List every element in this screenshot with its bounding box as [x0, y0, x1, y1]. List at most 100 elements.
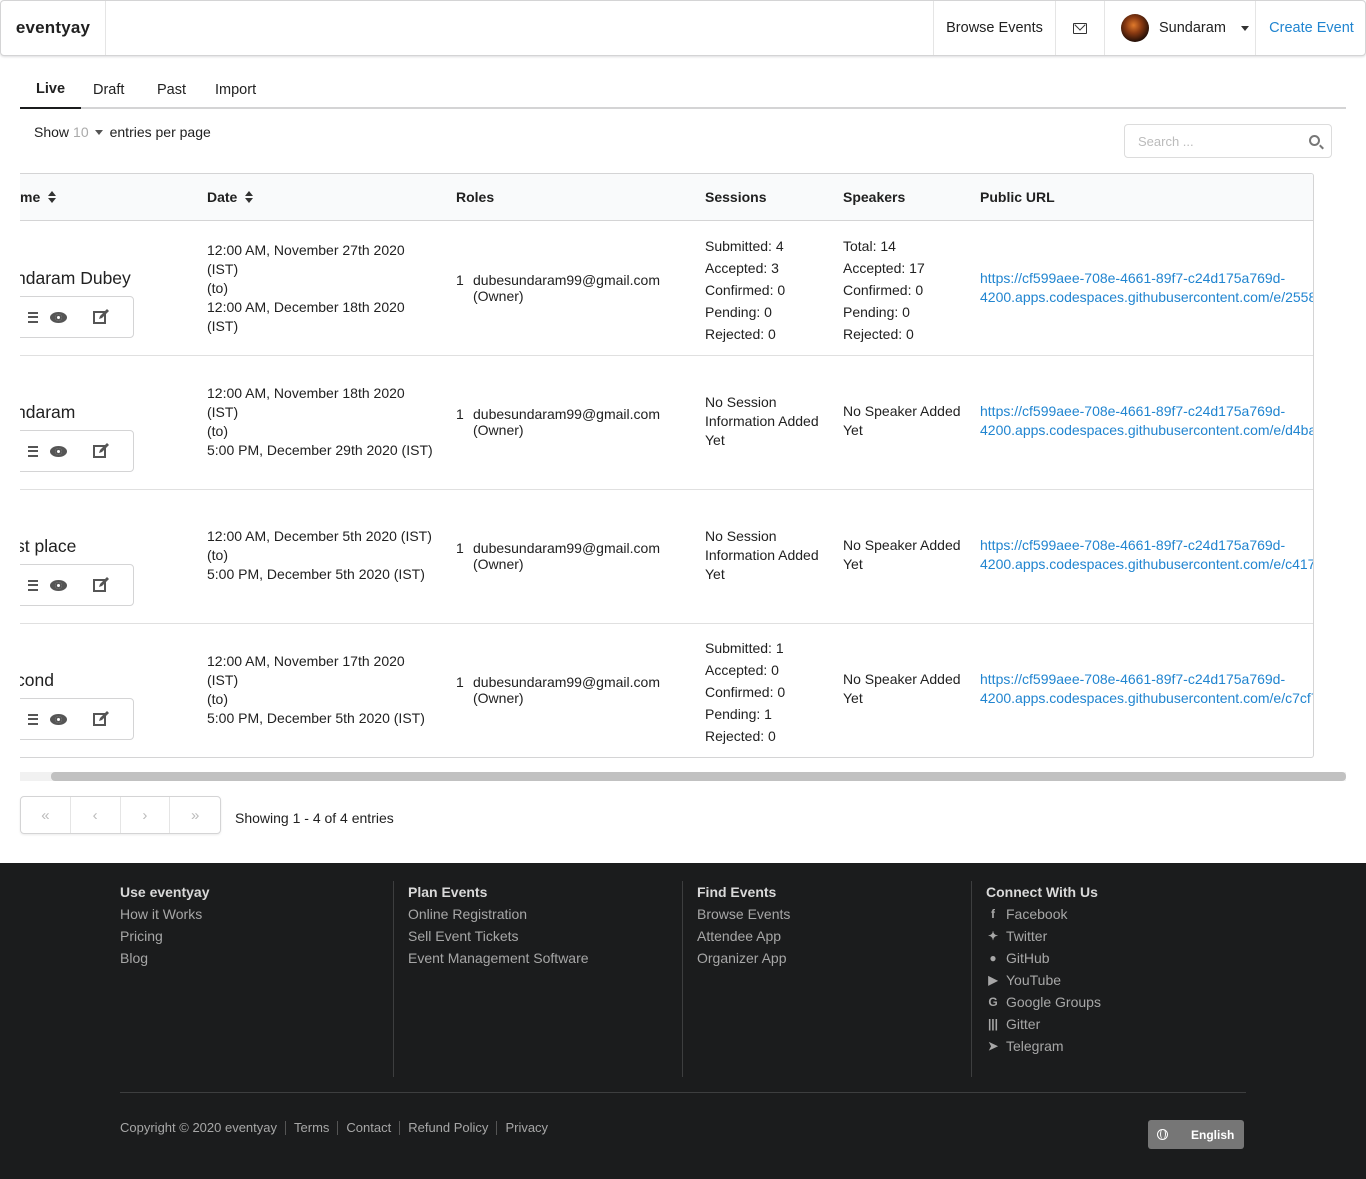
footer-link-telegram[interactable]: ➤ Telegram: [986, 1035, 1246, 1057]
privacy-link[interactable]: Privacy: [496, 1121, 556, 1135]
sessions-info: Submitted: 4 Accepted: 3 Confirmed: 0 Pendi…: [705, 238, 786, 342]
role-number: 1: [456, 540, 464, 556]
scrollbar-thumb[interactable]: [51, 772, 1346, 781]
header-date[interactable]: Date: [207, 174, 254, 220]
next-page-button[interactable]: ›: [121, 797, 171, 833]
speakers-info: No Speaker Added Yet: [843, 671, 961, 706]
event-tabs: Live Draft Past Import: [20, 70, 1346, 109]
copyright-text: Copyright © 2020 eventyay: [120, 1120, 278, 1135]
event-name[interactable]: st place: [20, 536, 76, 557]
table-row: st place 12:00 AM, December 5th 2020 (IS…: [20, 490, 1313, 624]
speakers-info: Total: 14 Accepted: 17 Confirmed: 0 Pending…: [843, 238, 925, 342]
caret-down-icon: [1240, 25, 1249, 31]
create-event-link[interactable]: Create Event: [1255, 1, 1366, 55]
edit-icon[interactable]: [79, 297, 123, 337]
entries-suffix: entries per page: [109, 124, 211, 140]
footer-link-twitter[interactable]: ✦ Twitter: [986, 925, 1246, 947]
footer-link[interactable]: Online Registration: [408, 903, 682, 925]
speakers-info: No Speaker Added Yet: [843, 537, 961, 572]
sort-icon[interactable]: [245, 191, 254, 203]
brand-logo[interactable]: eventyay: [1, 1, 106, 55]
footer-link-github[interactable]: ● GitHub: [986, 947, 1246, 969]
avatar: [1121, 14, 1149, 42]
row-actions: [20, 698, 134, 740]
view-eye-icon[interactable]: [35, 297, 81, 337]
notifications-button[interactable]: [1055, 1, 1104, 55]
tab-import[interactable]: Import: [199, 70, 272, 109]
footer-link[interactable]: Organizer App: [697, 947, 971, 969]
public-url-link[interactable]: https://cf599aee-708e-4661-89f7-c24d175a…: [980, 269, 1313, 307]
footer-heading: Find Events: [697, 884, 777, 900]
language-label: English: [1191, 1127, 1235, 1142]
globe-icon: [1157, 1129, 1168, 1140]
sort-icon[interactable]: [48, 191, 57, 203]
footer-link-youtube[interactable]: ▶ YouTube: [986, 969, 1246, 991]
footer-link[interactable]: Blog: [120, 947, 393, 969]
table-row: cond 12:00 AM, November 17th 2020(IST)(t…: [20, 624, 1313, 757]
search-icon[interactable]: [1309, 135, 1320, 146]
sessions-info: Submitted: 1 Accepted: 0 Confirmed: 0 Pendi…: [705, 640, 786, 744]
event-date: 12:00 AM, November 18th 2020 (IST) (to) 5:0…: [207, 385, 433, 458]
header-name[interactable]: me: [20, 174, 57, 220]
footer-link[interactable]: Browse Events: [697, 903, 971, 925]
footer-link[interactable]: How it Works: [120, 903, 393, 925]
footer-link-gitter[interactable]: ||| Gitter: [986, 1013, 1246, 1035]
browse-events-link[interactable]: Browse Events: [933, 1, 1055, 55]
view-eye-icon[interactable]: [35, 431, 81, 471]
edit-icon[interactable]: [79, 699, 123, 739]
contact-link[interactable]: Contact: [337, 1121, 399, 1135]
footer-link[interactable]: Event Management Software: [408, 947, 682, 969]
footer-link-google-groups[interactable]: G Google Groups: [986, 991, 1246, 1013]
entries-select[interactable]: 10: [73, 124, 89, 140]
footer-col-use: Use eventyay How it Works Pricing Blog: [120, 881, 394, 1077]
horizontal-scrollbar[interactable]: [20, 772, 1346, 781]
google-icon: G: [988, 995, 998, 1009]
tab-live[interactable]: Live: [20, 70, 82, 109]
event-name[interactable]: cond: [20, 670, 54, 691]
footer-link[interactable]: Sell Event Tickets: [408, 925, 682, 947]
gitter-icon: |||: [987, 1017, 999, 1031]
user-name: Sundaram: [1159, 20, 1226, 36]
row-actions: [20, 430, 134, 472]
github-icon: ●: [989, 951, 997, 965]
footer-heading: Plan Events: [408, 884, 488, 900]
event-name[interactable]: ndaram Dubey: [20, 268, 131, 289]
view-eye-icon[interactable]: [35, 699, 81, 739]
dropdown-caret-icon[interactable]: [94, 129, 103, 135]
footer-heading: Connect With Us: [986, 884, 1098, 900]
facebook-icon: f: [991, 907, 995, 921]
refund-policy-link[interactable]: Refund Policy: [399, 1121, 496, 1135]
footer-col-plan: Plan Events Online Registration Sell Eve…: [408, 881, 683, 1077]
prev-page-button[interactable]: ‹: [71, 797, 121, 833]
footer-bottom-links: Copyright © 2020 eventyay Terms Contact …: [120, 1121, 556, 1135]
tab-past[interactable]: Past: [141, 70, 202, 109]
twitter-icon: ✦: [987, 929, 999, 943]
footer-link[interactable]: Pricing: [120, 925, 393, 947]
public-url-link[interactable]: https://cf599aee-708e-4661-89f7-c24d175a…: [980, 670, 1313, 708]
public-url-link[interactable]: https://cf599aee-708e-4661-89f7-c24d175a…: [980, 536, 1313, 574]
search-input[interactable]: Search ...: [1124, 124, 1332, 158]
tab-draft[interactable]: Draft: [77, 70, 140, 109]
footer-divider: [120, 1092, 1246, 1093]
entries-per-page: Show 10 entries per page: [34, 124, 211, 140]
terms-link[interactable]: Terms: [285, 1121, 337, 1135]
edit-icon[interactable]: [79, 565, 123, 605]
view-eye-icon[interactable]: [35, 565, 81, 605]
role-number: 1: [456, 272, 464, 288]
edit-icon[interactable]: [79, 431, 123, 471]
role-entry: dubesundaram99@gmail.com (Owner): [473, 540, 660, 572]
language-selector[interactable]: English: [1148, 1120, 1244, 1149]
user-menu[interactable]: Sundaram: [1104, 1, 1255, 55]
event-name[interactable]: ndaram: [20, 402, 75, 423]
show-label: Show: [34, 124, 70, 140]
footer-col-find: Find Events Browse Events Attendee App O…: [697, 881, 972, 1077]
last-page-button[interactable]: »: [170, 797, 220, 833]
public-url-link[interactable]: https://cf599aee-708e-4661-89f7-c24d175a…: [980, 402, 1313, 440]
footer-link-facebook[interactable]: f Facebook: [986, 903, 1246, 925]
header-speakers: Speakers: [843, 189, 906, 205]
sessions-info: No Session Information Added Yet: [705, 528, 819, 582]
showing-entries-text: Showing 1 - 4 of 4 entries: [235, 810, 394, 826]
first-page-button[interactable]: «: [21, 797, 71, 833]
event-date: 12:00 AM, November 27th 2020 (IST) (to) 12:…: [207, 242, 405, 334]
footer-link[interactable]: Attendee App: [697, 925, 971, 947]
